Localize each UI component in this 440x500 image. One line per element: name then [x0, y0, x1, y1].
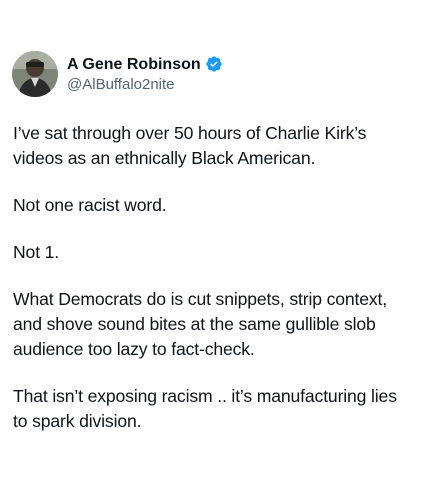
author-identity: A Gene Robinson @AlBuffalo2nite	[67, 54, 223, 95]
verified-badge-icon	[205, 55, 223, 73]
tweet-text: I’ve sat through over 50 hours of Charli…	[13, 121, 431, 456]
author-display-name[interactable]: A Gene Robinson	[67, 54, 201, 75]
name-row: A Gene Robinson	[67, 54, 223, 75]
tweet-card: A Gene Robinson @AlBuffalo2nite I’ve sat…	[0, 0, 440, 500]
author-handle[interactable]: @AlBuffalo2nite	[67, 75, 223, 95]
avatar-photo-icon	[12, 51, 58, 97]
author-avatar[interactable]	[12, 51, 58, 97]
tweet-paragraph: Not one racist word.	[13, 195, 167, 215]
tweet-paragraph: That isn’t exposing racism .. it’s manuf…	[13, 386, 397, 431]
tweet-paragraph: Not 1.	[13, 242, 60, 262]
tweet-paragraph: What Democrats do is cut snippets, strip…	[13, 289, 387, 359]
tweet-paragraph: I’ve sat through over 50 hours of Charli…	[13, 123, 367, 168]
tweet-header: A Gene Robinson @AlBuffalo2nite	[12, 50, 223, 98]
